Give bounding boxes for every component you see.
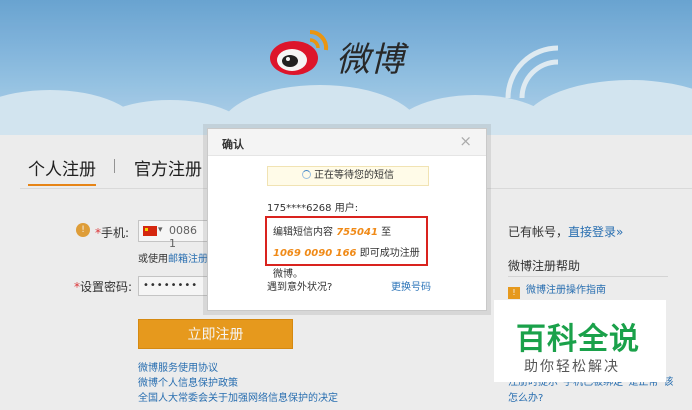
watermark-title: 百科全说: [516, 322, 640, 357]
waiting-status: 正在等待您的短信: [267, 166, 429, 186]
sms-to: 至: [381, 227, 392, 238]
dialog-header: 确认 ×: [208, 129, 486, 156]
close-icon[interactable]: ×: [459, 132, 472, 150]
user-phone-line: 175****6268 用户:: [267, 203, 359, 214]
issue-text: 遇到意外状况?: [267, 282, 333, 293]
loading-spinner-icon: [302, 170, 311, 179]
sms-number: 1069 0090 166: [273, 248, 357, 259]
waiting-text: 正在等待您的短信: [314, 170, 394, 181]
sms-instruction-box: 编辑短信内容 755041 至 1069 0090 166 即可成功注册微博。: [265, 216, 428, 280]
sms-prefix: 编辑短信内容: [273, 227, 333, 238]
watermark: 百科全说 助你轻松解决: [494, 300, 666, 382]
change-number-link[interactable]: 更换号码: [391, 278, 431, 293]
sms-line-1: 编辑短信内容 755041 至: [273, 222, 420, 243]
sms-code: 755041: [336, 227, 378, 238]
confirm-dialog: 确认 × 正在等待您的短信 175****6268 用户: 编辑短信内容 755…: [207, 128, 487, 311]
watermark-subtitle: 助你轻松解决: [524, 359, 620, 375]
dialog-title: 确认: [222, 138, 244, 151]
